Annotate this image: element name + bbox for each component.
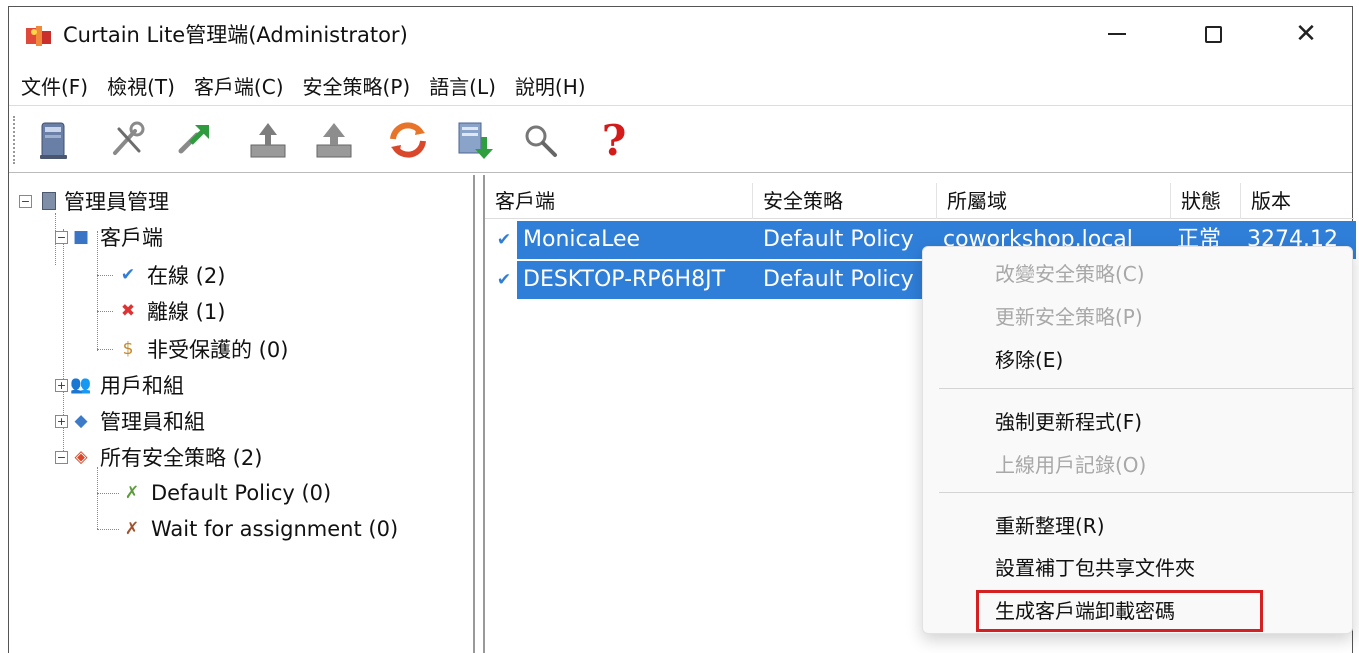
menu-client[interactable]: 客戶端(C) [188,71,297,100]
collapse-icon[interactable]: − [19,194,32,208]
maximize-icon [1204,25,1222,43]
cell-policy: Default Policy [757,221,937,259]
online-client-icon: ✔ [496,230,512,250]
menu-security-policy[interactable]: 安全策略(P) [297,71,424,100]
toolbar: ? [9,105,1352,173]
minimize-button[interactable] [1069,7,1165,61]
update-button[interactable] [447,116,501,164]
menu-separator [939,388,1354,389]
clients-icon: ■ [72,227,90,247]
toolbar-grip[interactable] [13,116,17,164]
title-bar[interactable]: Curtain Lite管理端(Administrator) ✕ [9,7,1352,61]
tree-line [97,529,119,530]
highlight-box [976,590,1263,632]
import-icon [250,123,286,158]
maximize-button[interactable] [1165,7,1261,61]
refresh-policy-icon [390,122,426,158]
tree-item-offline[interactable]: ✖ 離線 (1) [117,295,226,327]
column-version[interactable]: 版本 [1241,183,1356,219]
tree-item-clients[interactable]: − ■ 客戶端 [55,221,163,253]
minimize-icon [1108,33,1126,35]
column-domain[interactable]: 所屬域 [937,183,1171,219]
tree-item-online[interactable]: ✔ 在線 (2) [117,259,226,291]
menu-language[interactable]: 語言(L) [423,71,509,100]
refresh-policy-button[interactable] [381,116,435,164]
column-status[interactable]: 狀態 [1171,183,1241,219]
toolbar-separator [229,118,230,162]
tree-item-users-groups[interactable]: + 👥 用戶和組 [55,369,184,401]
search-icon [525,125,557,157]
tree-line [97,493,119,494]
expand-icon[interactable]: + [55,414,68,428]
menu-item-refresh[interactable]: 重新整理(R) [995,511,1105,541]
server-icon [40,122,67,159]
tree-root-admin[interactable]: − 管理員管理 [19,185,169,217]
tree-item-admins-groups[interactable]: + ◆ 管理員和組 [55,405,205,437]
tree-item-wait-assignment[interactable]: ✗ Wait for assignment (0) [121,513,398,545]
policy-tools-icon: ✗ [124,483,140,503]
expand-icon[interactable]: + [55,378,68,392]
policy-icon: ◈ [74,447,88,467]
admins-icon: ◆ [74,411,88,431]
context-menu: 改變安全策略(C) 更新安全策略(P) 移除(E) 強制更新程式(F) 上線用戶… [922,246,1354,634]
unprotected-icon: $ [122,339,134,359]
tree-line [97,467,98,529]
server-button[interactable] [27,116,81,164]
list-header: 客戶端 安全策略 所屬域 狀態 版本 [485,183,1354,219]
tree-item-default-policy[interactable]: ✗ Default Policy (0) [121,477,331,509]
menu-file[interactable]: 文件(F) [15,71,101,100]
server-icon [42,192,56,210]
users-icon: 👥 [70,375,92,395]
menu-bar: 文件(F) 檢視(T) 客戶端(C) 安全策略(P) 語言(L) 說明(H) [9,65,1352,105]
toolbar-separator [369,118,370,162]
close-button[interactable]: ✕ [1258,7,1354,61]
policy-tools-icon: ✗ [124,519,140,539]
tools-icon [113,121,145,155]
update-icon [458,122,493,159]
menu-item-force-update[interactable]: 強制更新程式(F) [995,407,1142,437]
tree-line [97,349,113,350]
menu-item-remove[interactable]: 移除(E) [995,345,1063,375]
online-client-icon: ✔ [496,270,512,290]
cell-policy: Default Policy [757,261,937,299]
search-button[interactable] [513,116,567,164]
offline-client-icon: ✖ [120,301,136,321]
tree-line [97,275,113,276]
tree-item-unprotected[interactable]: $ 非受保護的 (0) [117,333,289,365]
deploy-button[interactable] [167,116,221,164]
menu-separator [939,492,1354,493]
import-button[interactable] [241,116,295,164]
cell-client: MonicaLee [517,221,757,259]
export-icon [316,123,352,158]
export-button[interactable] [307,116,361,164]
column-policy[interactable]: 安全策略 [753,183,937,219]
close-icon: ✕ [1295,19,1317,49]
window-title: Curtain Lite管理端(Administrator) [63,23,408,47]
menu-item-update-policy[interactable]: 更新安全策略(P) [995,302,1143,332]
app-logo-icon [26,26,51,46]
collapse-icon[interactable]: − [55,450,68,464]
deploy-icon [178,125,209,154]
toolbar-separator [89,118,90,162]
menu-item-patch-share-folder[interactable]: 設置補丁包共享文件夾 [995,553,1195,583]
tools-button[interactable] [101,116,155,164]
cell-client: DESKTOP-RP6H8JT [517,261,757,299]
help-icon: ? [601,115,627,165]
collapse-icon[interactable]: − [55,230,68,244]
menu-view[interactable]: 檢視(T) [101,71,188,100]
tree-line [97,311,113,312]
menu-item-change-policy[interactable]: 改變安全策略(C) [995,259,1145,289]
menu-item-login-records[interactable]: 上線用戶記錄(O) [995,450,1146,480]
column-client[interactable]: 客戶端 [485,183,753,219]
toolbar-separator [575,118,576,162]
tree-item-all-policies[interactable]: − ◈ 所有安全策略 (2) [55,441,262,473]
online-client-icon: ✔ [120,265,136,285]
menu-help[interactable]: 說明(H) [509,71,599,100]
navigation-tree: − 管理員管理 − ■ 客戶端 ✔ 在線 (2) ✖ 離線 (1) $ 非受保護… [9,175,475,653]
help-button[interactable]: ? [587,115,641,165]
